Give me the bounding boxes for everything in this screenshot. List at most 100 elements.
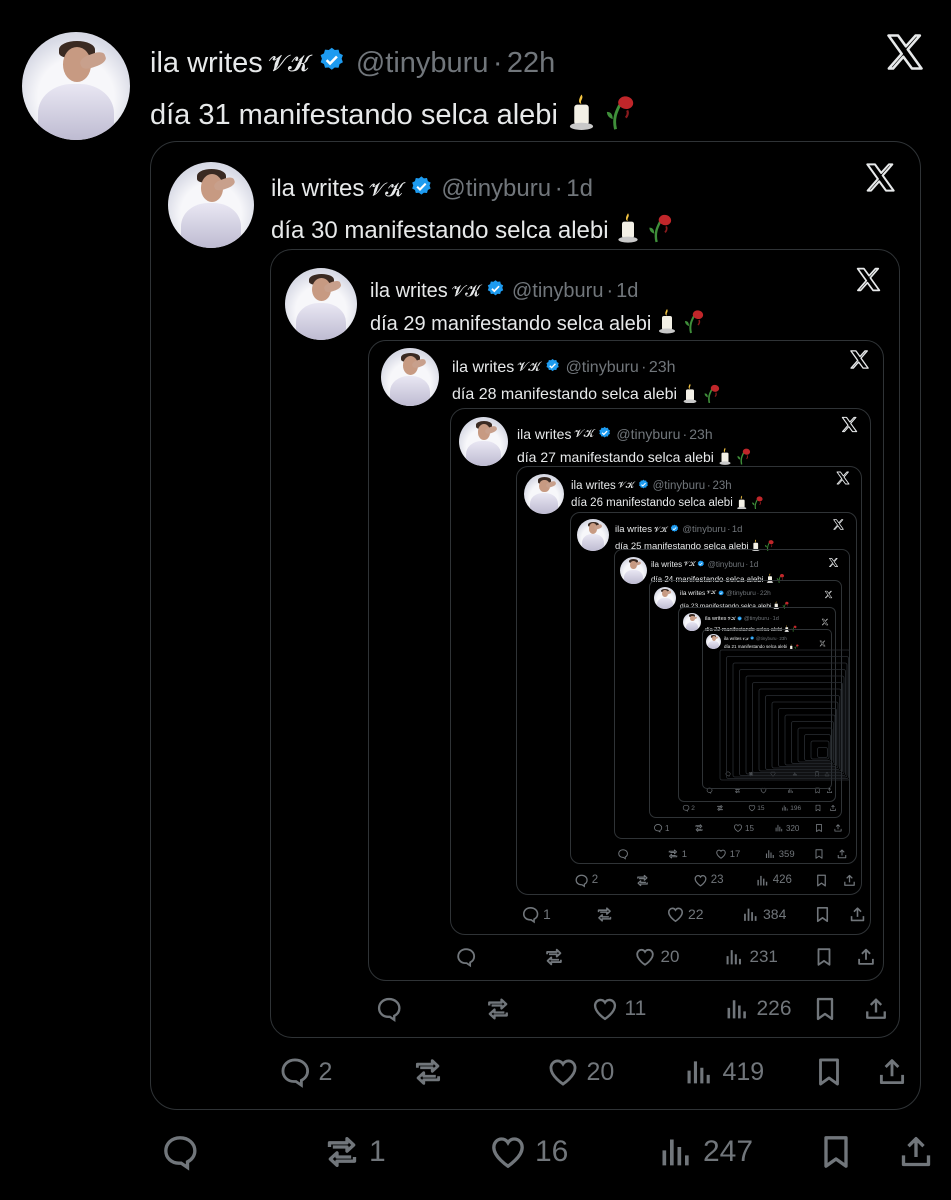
author-name[interactable]: ila writes: [370, 280, 448, 303]
author-name[interactable]: ila writes: [150, 47, 263, 80]
timestamp[interactable]: 1d: [732, 524, 743, 535]
avatar[interactable]: [620, 557, 647, 584]
author-name[interactable]: ila writes: [271, 175, 364, 203]
author-name[interactable]: ila writes: [651, 560, 682, 569]
retweet-button[interactable]: 1: [665, 848, 687, 860]
share-button[interactable]: [831, 823, 843, 833]
share-button[interactable]: [839, 873, 857, 888]
x-logo-icon[interactable]: [828, 555, 839, 573]
like-button[interactable]: 16: [480, 1132, 568, 1172]
x-logo-icon[interactable]: [854, 265, 883, 299]
views-button[interactable]: 426: [752, 873, 792, 888]
author-name[interactable]: ila writes: [517, 426, 571, 442]
reply-button[interactable]: [615, 848, 632, 860]
author-handle[interactable]: @tinyburu: [566, 359, 639, 377]
reply-button[interactable]: [152, 1132, 207, 1172]
bookmark-button[interactable]: [808, 1132, 856, 1172]
retweet-button[interactable]: [479, 995, 518, 1023]
x-logo-icon[interactable]: [863, 160, 898, 200]
like-button[interactable]: 22: [662, 905, 704, 924]
like-button[interactable]: 23: [690, 873, 724, 888]
share-button[interactable]: [844, 905, 867, 924]
avatar[interactable]: [285, 268, 357, 340]
author-handle[interactable]: @tinyburu: [726, 590, 756, 597]
retweet-button[interactable]: [714, 804, 725, 812]
author-name[interactable]: ila writes: [452, 359, 514, 377]
like-button[interactable]: 20: [630, 946, 679, 968]
retweet-button[interactable]: [632, 873, 653, 888]
views-button[interactable]: 320: [772, 823, 799, 833]
views-button[interactable]: 196: [779, 804, 801, 812]
views-button[interactable]: 231: [719, 946, 778, 968]
timestamp[interactable]: 1d: [749, 560, 758, 569]
timestamp[interactable]: 1d: [773, 616, 779, 622]
bookmark-button[interactable]: [812, 823, 824, 833]
bookmark-button[interactable]: [806, 1055, 846, 1089]
reply-button[interactable]: 1: [517, 905, 551, 924]
share-button[interactable]: [869, 1055, 909, 1089]
x-logo-icon[interactable]: [824, 586, 833, 604]
like-button[interactable]: 17: [713, 848, 740, 860]
author-handle[interactable]: @tinyburu: [616, 426, 680, 442]
reply-button[interactable]: 2: [680, 804, 695, 812]
author-handle[interactable]: @tinyburu: [653, 480, 706, 492]
views-button[interactable]: 419: [676, 1055, 764, 1089]
x-logo-icon[interactable]: [832, 518, 845, 536]
author-handle[interactable]: @tinyburu: [708, 560, 745, 569]
views-button[interactable]: 359: [762, 848, 795, 860]
bookmark-button[interactable]: [809, 905, 832, 924]
views-button[interactable]: 247: [648, 1132, 753, 1172]
x-logo-icon[interactable]: [848, 348, 871, 376]
bookmark-button[interactable]: [809, 946, 835, 968]
bookmark-button[interactable]: [811, 848, 825, 860]
x-logo-icon[interactable]: [840, 415, 859, 439]
retweet-button[interactable]: [539, 946, 570, 968]
share-button[interactable]: [888, 1132, 936, 1172]
timestamp[interactable]: 1d: [566, 175, 593, 203]
author-handle[interactable]: @tinyburu: [744, 616, 769, 622]
avatar[interactable]: [168, 162, 254, 248]
avatar[interactable]: [381, 348, 439, 406]
share-button[interactable]: [834, 848, 848, 860]
timestamp[interactable]: 1d: [616, 280, 638, 303]
bookmark-button[interactable]: [806, 995, 839, 1023]
timestamp[interactable]: 22h: [507, 47, 555, 80]
author-name[interactable]: ila writes: [615, 524, 652, 535]
author-name[interactable]: ila writes: [571, 480, 616, 492]
like-button[interactable]: 15: [731, 823, 754, 833]
author-name[interactable]: ila writes: [705, 616, 726, 622]
x-logo-icon[interactable]: [883, 30, 927, 79]
x-logo-icon[interactable]: [835, 470, 851, 491]
views-button[interactable]: 226: [718, 995, 792, 1023]
retweet-button[interactable]: [405, 1055, 452, 1089]
like-button[interactable]: 15: [746, 804, 764, 812]
timestamp[interactable]: 22h: [760, 590, 771, 597]
like-button[interactable]: 20: [540, 1055, 614, 1089]
reply-button[interactable]: 1: [651, 823, 669, 833]
reply-button[interactable]: 2: [272, 1055, 332, 1089]
author-name[interactable]: ila writes: [680, 590, 705, 597]
avatar[interactable]: [22, 32, 130, 140]
retweet-button[interactable]: 1: [314, 1132, 386, 1172]
share-button[interactable]: [827, 804, 837, 812]
timestamp[interactable]: 23h: [649, 359, 676, 377]
retweet-button[interactable]: [692, 823, 706, 833]
avatar[interactable]: [459, 417, 508, 466]
share-button[interactable]: [857, 995, 890, 1023]
avatar[interactable]: [654, 587, 676, 609]
author-handle[interactable]: @tinyburu: [682, 524, 725, 535]
reply-button[interactable]: [370, 995, 409, 1023]
avatar[interactable]: [577, 519, 609, 551]
author-handle[interactable]: @tinyburu: [512, 280, 603, 303]
reply-button[interactable]: 2: [571, 873, 598, 888]
timestamp[interactable]: 23h: [689, 426, 712, 442]
retweet-button[interactable]: [591, 905, 617, 924]
author-handle[interactable]: @tinyburu: [441, 175, 551, 203]
bookmark-button[interactable]: [812, 804, 822, 812]
like-button[interactable]: 11: [586, 995, 646, 1023]
avatar[interactable]: [524, 474, 564, 514]
share-button[interactable]: [851, 946, 877, 968]
timestamp[interactable]: 23h: [712, 480, 731, 492]
reply-button[interactable]: [451, 946, 482, 968]
author-handle[interactable]: @tinyburu: [356, 47, 489, 80]
